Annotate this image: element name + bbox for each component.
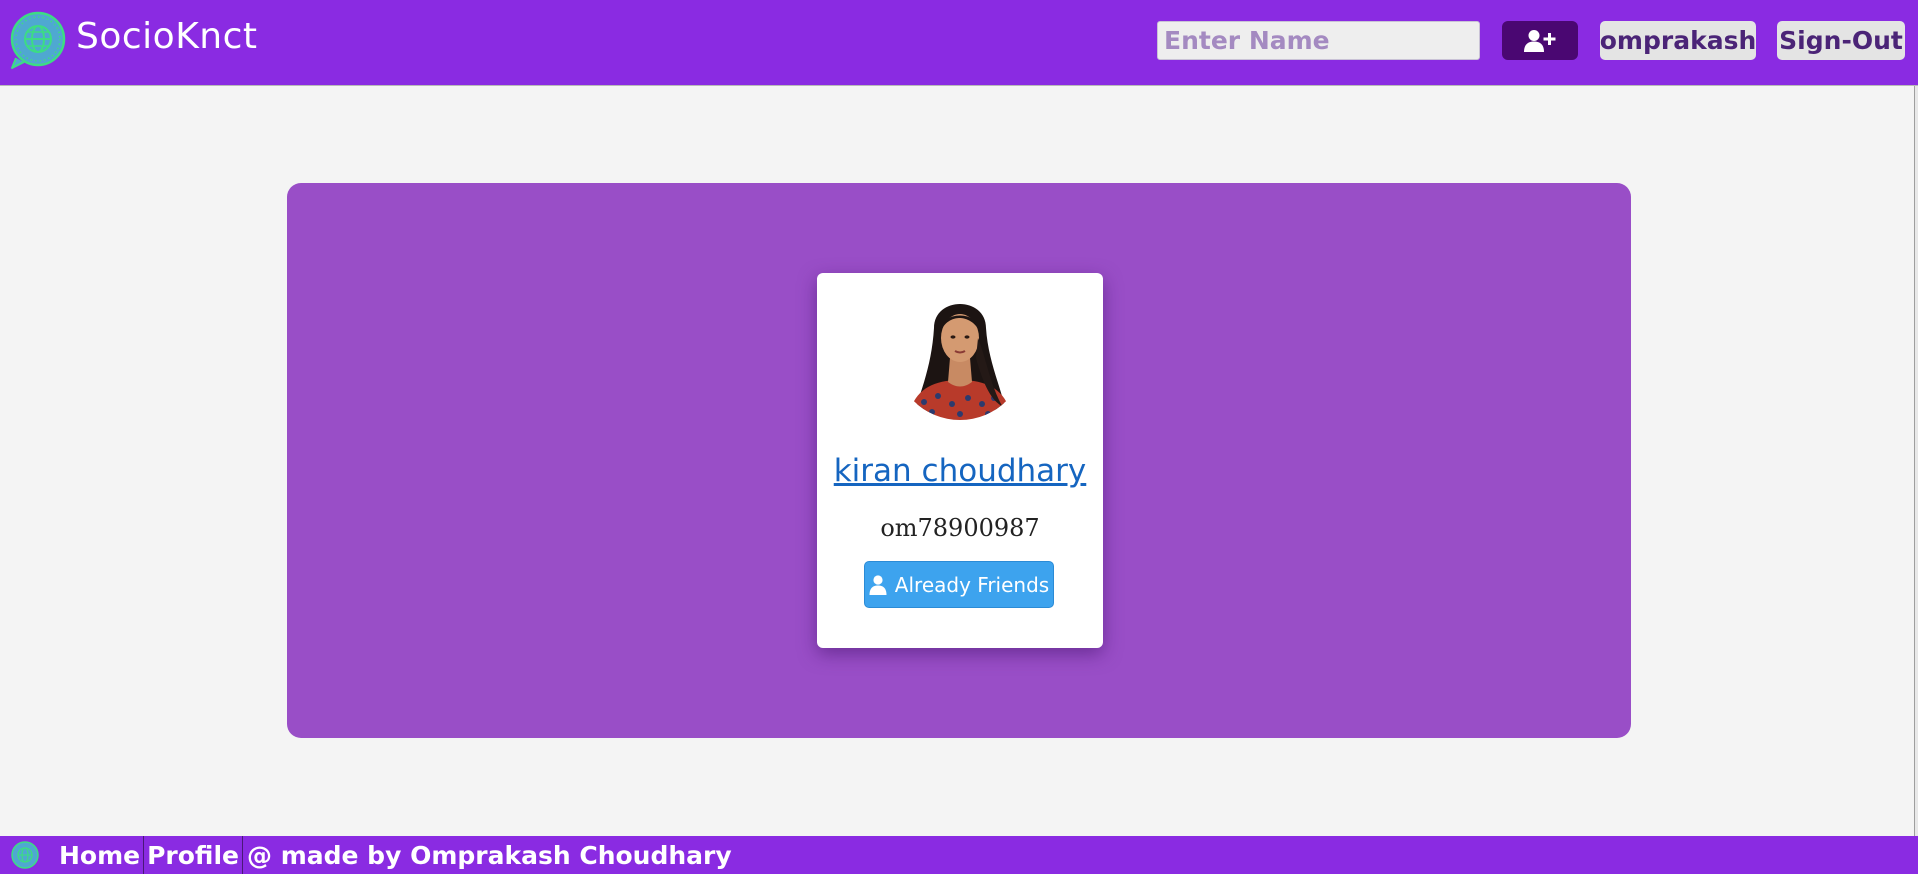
footer-credit: @ made by Omprakash Choudhary <box>247 840 732 870</box>
scrollbar[interactable] <box>1914 86 1918 846</box>
search-name-input[interactable] <box>1157 21 1480 60</box>
user-profile-button[interactable]: omprakash <box>1600 21 1756 60</box>
footer-link-home[interactable]: Home <box>56 836 143 874</box>
user-icon <box>869 574 887 595</box>
brand-title[interactable]: SocioKnct <box>76 16 258 57</box>
footer-link-profile[interactable]: Profile <box>144 836 242 874</box>
add-friend-button[interactable] <box>1502 21 1578 60</box>
globe-logo-icon[interactable] <box>10 840 40 870</box>
page: SocioKnct omprakash Sign-Out <box>0 0 1918 874</box>
sign-out-button[interactable]: Sign-Out <box>1777 21 1905 60</box>
globe-chat-logo-icon[interactable] <box>8 10 68 70</box>
footer: Home Profile @ made by Omprakash Choudha… <box>0 836 1918 874</box>
profile-card: kiran choudhary om78900987 Already Frien… <box>817 273 1103 648</box>
profile-username: om78900987 <box>880 514 1040 542</box>
top-navbar: SocioKnct omprakash Sign-Out <box>0 0 1918 86</box>
user-plus-icon <box>1524 29 1556 52</box>
already-friends-button[interactable]: Already Friends <box>864 561 1054 608</box>
already-friends-label: Already Friends <box>894 572 1050 597</box>
profile-name-link[interactable]: kiran choudhary <box>817 453 1103 489</box>
avatar <box>894 288 1026 420</box>
avatar-photo <box>894 288 1026 420</box>
